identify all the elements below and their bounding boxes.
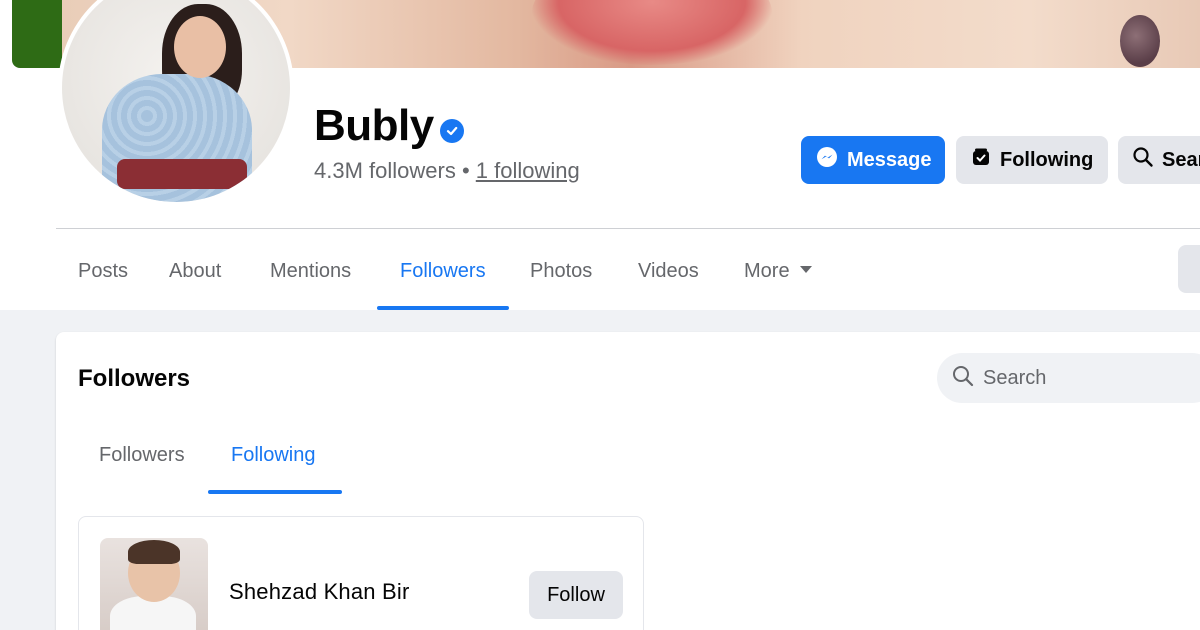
active-tab-indicator (377, 306, 509, 310)
following-count-link[interactable]: 1 following (476, 158, 580, 183)
verified-badge-icon (440, 119, 464, 143)
tab-posts[interactable]: Posts (78, 252, 128, 310)
tab-followers[interactable]: Followers (400, 252, 486, 310)
tab-bar-options-button[interactable] (1178, 245, 1200, 293)
tab-mentions[interactable]: Mentions (270, 252, 351, 310)
header-divider (56, 228, 1200, 229)
search-button-label: Sear (1162, 148, 1200, 171)
tab-videos[interactable]: Videos (638, 252, 699, 310)
messenger-icon (815, 145, 839, 175)
follow-stats: 4.3M followers • 1 following (314, 158, 580, 184)
followers-count: 4.3M followers (314, 158, 456, 183)
search-button[interactable]: Sear (1118, 136, 1200, 184)
tab-more-label: More (744, 260, 790, 282)
tab-about[interactable]: About (169, 252, 221, 310)
person-name-link[interactable]: Shehzad Khan Bir (229, 578, 410, 606)
message-button[interactable]: Message (801, 136, 945, 184)
following-check-icon (970, 146, 992, 174)
search-input[interactable] (983, 366, 1183, 390)
following-button[interactable]: Following (956, 136, 1108, 184)
active-subtab-indicator (208, 490, 342, 494)
followers-search[interactable] (937, 353, 1200, 403)
avatar (62, 0, 290, 202)
tab-more[interactable]: More (744, 252, 812, 310)
following-button-label: Following (1000, 148, 1094, 171)
follow-button[interactable]: Follow (529, 571, 623, 619)
tab-photos[interactable]: Photos (530, 252, 592, 310)
followers-section-title: Followers (78, 365, 191, 392)
subtab-followers[interactable]: Followers (99, 440, 185, 470)
person-avatar[interactable] (100, 538, 208, 630)
message-button-label: Message (847, 148, 932, 171)
stats-separator: • (455, 158, 476, 183)
search-icon (1132, 146, 1154, 174)
page-title: Bubly (314, 101, 434, 150)
subtab-following[interactable]: Following (231, 440, 315, 470)
search-icon (951, 364, 975, 393)
caret-down-icon (799, 266, 812, 274)
